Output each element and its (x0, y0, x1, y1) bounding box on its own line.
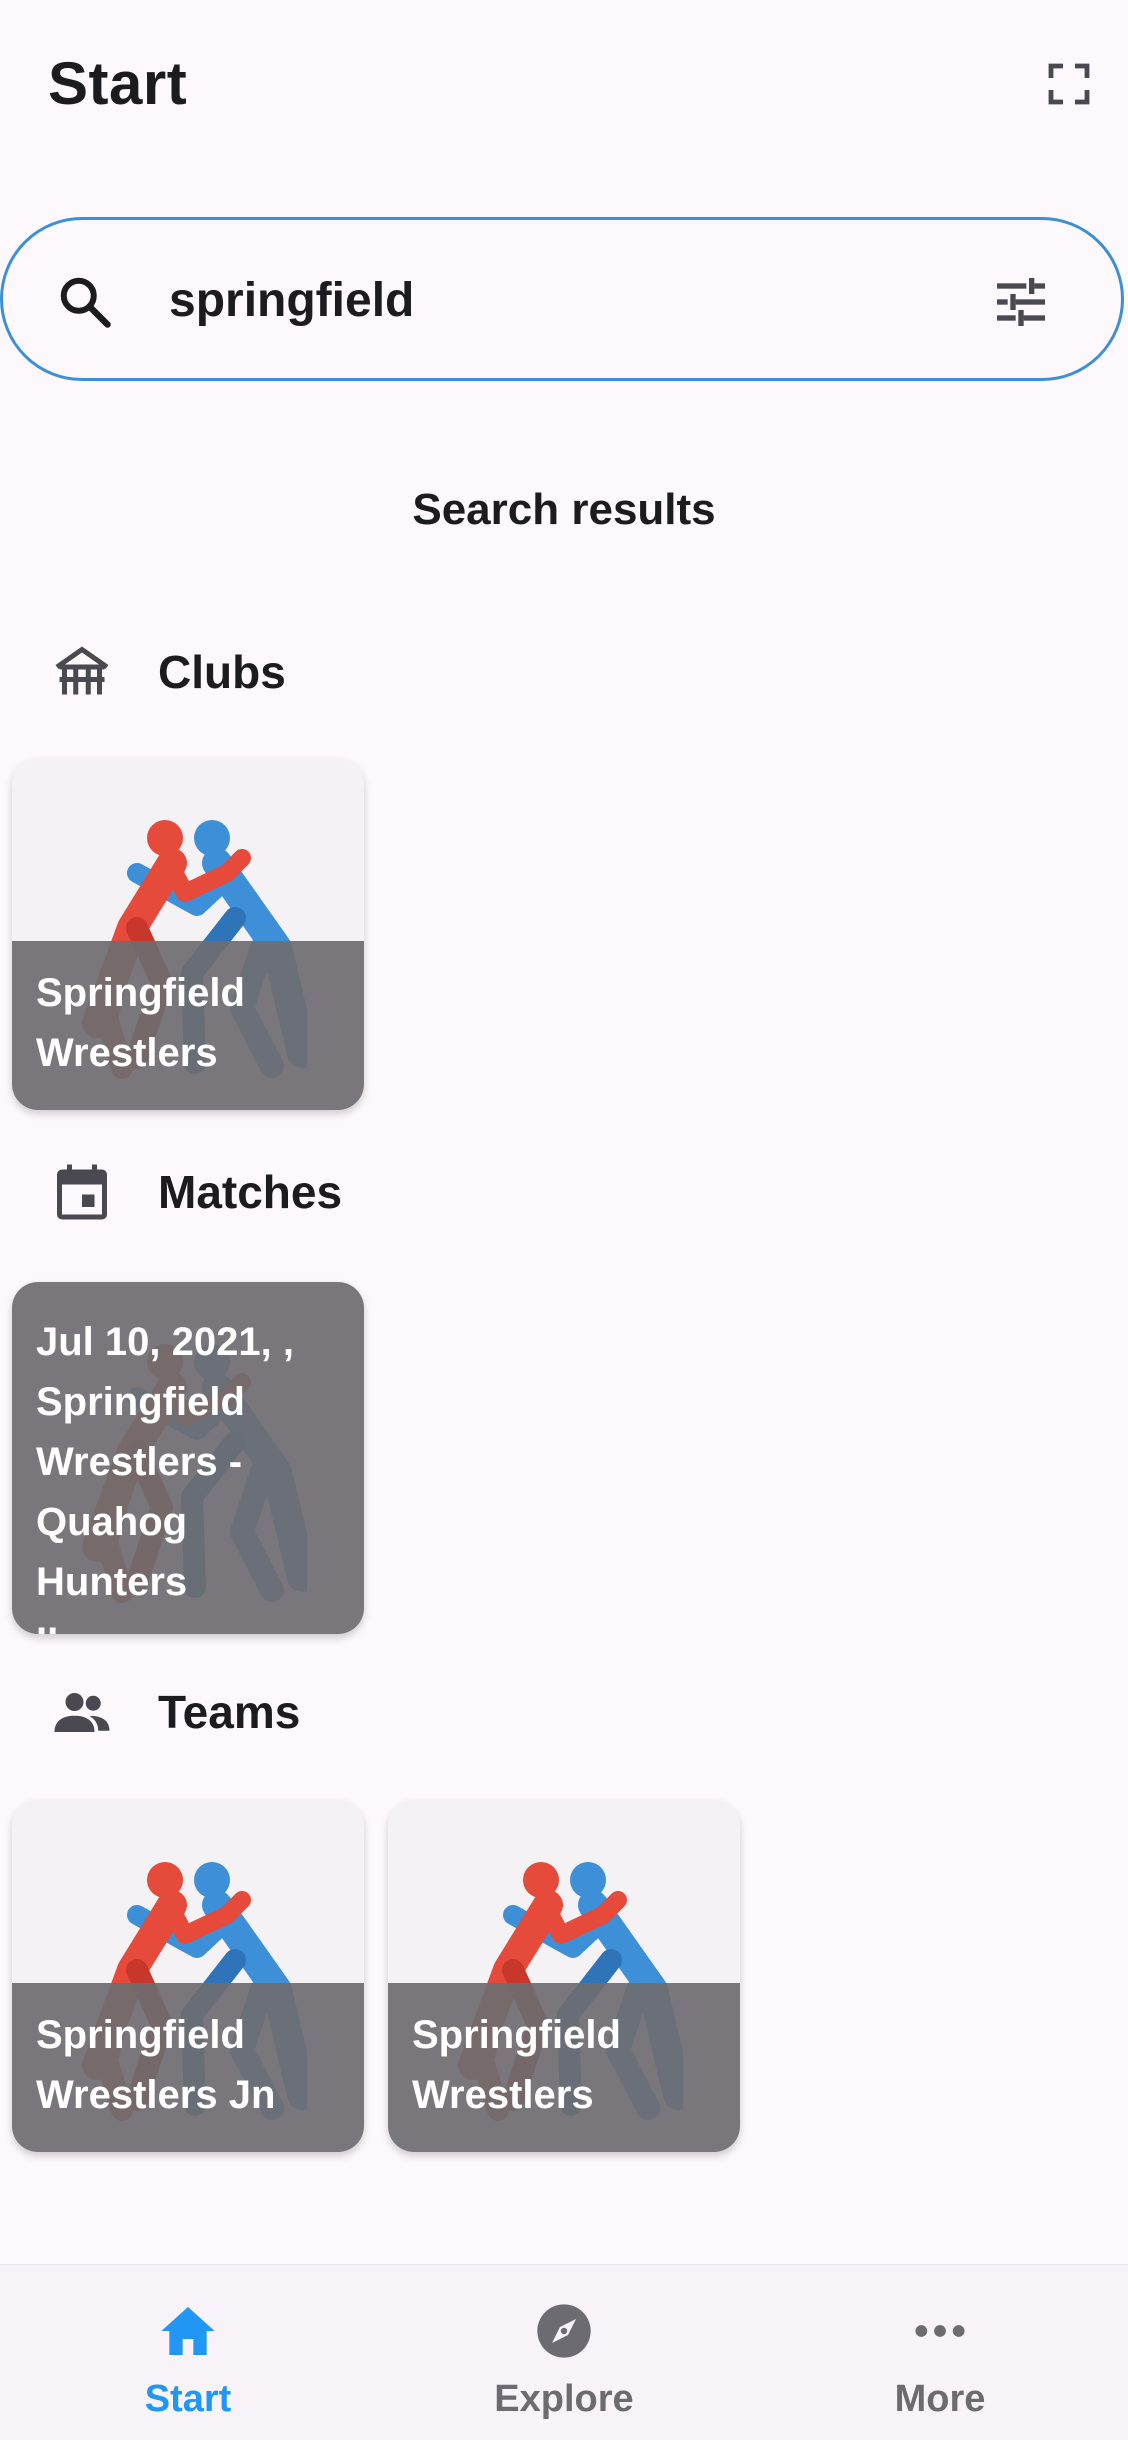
search-results-heading: Search results (412, 485, 716, 534)
card-caption: Springfield Wrestlers (388, 1983, 740, 2152)
matches-section-header: Matches (48, 1152, 748, 1232)
search-input[interactable] (169, 260, 969, 340)
card-title-line: Springfield (36, 1380, 245, 1424)
matches-section-label: Matches (158, 1166, 343, 1218)
clubs-section-label: Clubs (158, 646, 286, 698)
nav-label: Start (144, 2378, 232, 2420)
card-title-line: Wrestlers Jn (36, 2073, 276, 2117)
stadium-icon (55, 646, 109, 695)
card-title-line: II (36, 1612, 340, 1634)
card-title-line: Springfield (36, 971, 245, 1015)
team-card[interactable]: Springfield Wrestlers (388, 1800, 740, 2152)
card-caption: Springfield Wrestlers (12, 941, 364, 1110)
nav-item-more[interactable]: More (752, 2265, 1128, 2440)
card-caption: Jul 10, 2021, , Springfield Wrestlers - … (12, 1282, 364, 1634)
card-title-line: Springfield (412, 2013, 621, 2057)
card-title-line: Jul 10, 2021, , (36, 1320, 294, 1364)
card-title-line: Wrestlers - (36, 1440, 243, 1484)
card-title-line: Quahog Hunters (36, 1500, 188, 1604)
people-icon (54, 1693, 110, 1732)
nav-item-start[interactable]: Start (0, 2265, 376, 2440)
card-caption: Springfield Wrestlers Jn (12, 1983, 364, 2152)
calendar-icon (57, 1164, 107, 1220)
home-icon (161, 2307, 215, 2355)
card-title-line: Springfield (36, 2013, 245, 2057)
nav-item-explore[interactable]: Explore (376, 2265, 752, 2440)
bottom-navigation: Start Explore More (0, 2264, 1128, 2440)
teams-section-header: Teams (48, 1672, 748, 1752)
teams-section-label: Teams (158, 1686, 301, 1738)
card-title-line: Wrestlers (412, 2073, 594, 2117)
top-app-bar: Start (0, 0, 1128, 165)
clubs-section-header: Clubs (48, 632, 748, 712)
match-card[interactable]: Jul 10, 2021, , Springfield Wrestlers - … (12, 1282, 364, 1634)
tune-icon (997, 278, 1045, 326)
filter-button[interactable] (989, 270, 1053, 334)
card-title-line: Wrestlers (36, 1031, 218, 1075)
fullscreen-button[interactable] (1037, 52, 1101, 116)
club-card[interactable]: Springfield Wrestlers (12, 758, 364, 1110)
page-title: Start (48, 50, 188, 117)
search-icon (60, 277, 111, 328)
compass-icon (537, 2304, 591, 2358)
team-card[interactable]: Springfield Wrestlers Jn (12, 1800, 364, 2152)
nav-label: Explore (494, 2378, 634, 2420)
more-horiz-icon (915, 2325, 965, 2337)
nav-label: More (894, 2378, 986, 2420)
search-bar[interactable] (0, 217, 1124, 381)
fullscreen-icon (1048, 63, 1090, 105)
